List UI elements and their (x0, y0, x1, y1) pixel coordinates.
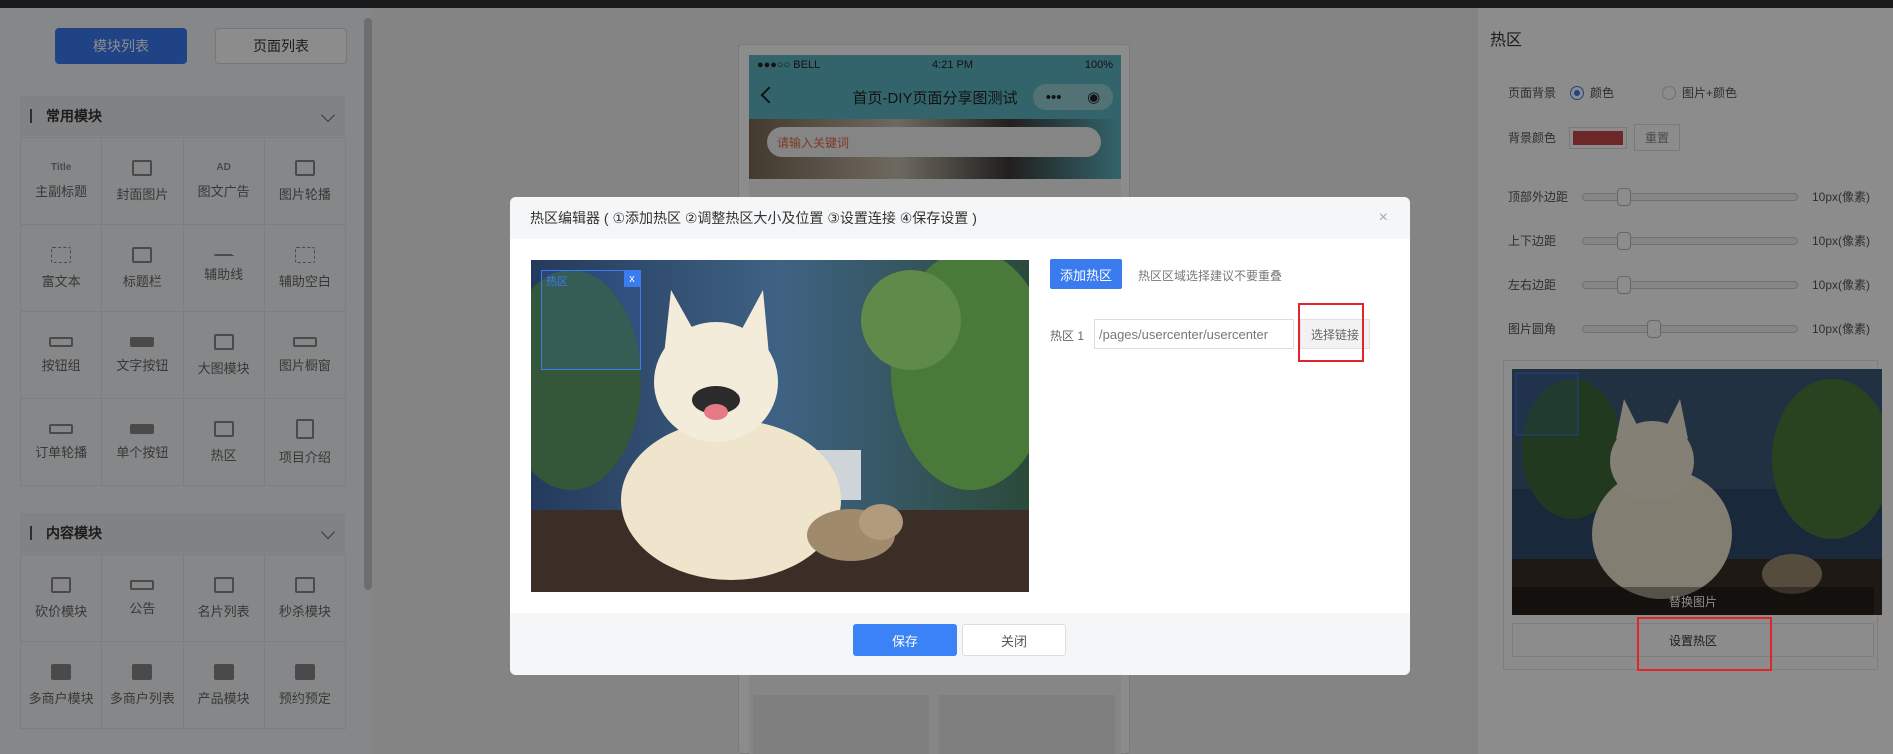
hotarea-link-input[interactable]: /pages/usercenter/usercenter (1094, 319, 1294, 349)
add-hotarea-button[interactable]: 添加热区 (1050, 259, 1123, 289)
modal-header: 热区编辑器 ( ①添加热区 ②调整热区大小及位置 ③设置连接 ④保存设置 ) × (510, 197, 1410, 239)
overlap-tip: 热区区域选择建议不要重叠 (1138, 269, 1283, 283)
close-button[interactable]: 关闭 (962, 624, 1066, 656)
highlight-set-hotarea (1637, 617, 1772, 671)
remove-hotarea-icon[interactable]: x (624, 271, 640, 287)
hotarea-image-canvas[interactable]: 热区 x (531, 260, 1029, 592)
save-button[interactable]: 保存 (853, 624, 957, 656)
hotarea-label: 热区 1 (1050, 329, 1085, 343)
highlight-choose-link (1298, 303, 1364, 362)
hotarea-editor-modal: 热区编辑器 ( ①添加热区 ②调整热区大小及位置 ③设置连接 ④保存设置 ) × (510, 197, 1410, 675)
hotarea-box[interactable]: 热区 x (541, 270, 641, 370)
close-icon[interactable]: × (1379, 209, 1388, 227)
modal-title: 热区编辑器 ( ①添加热区 ②调整热区大小及位置 ③设置连接 ④保存设置 ) (530, 210, 977, 226)
hotarea-tag: 热区 (546, 276, 568, 288)
modal-footer: 保存 关闭 (510, 613, 1410, 675)
